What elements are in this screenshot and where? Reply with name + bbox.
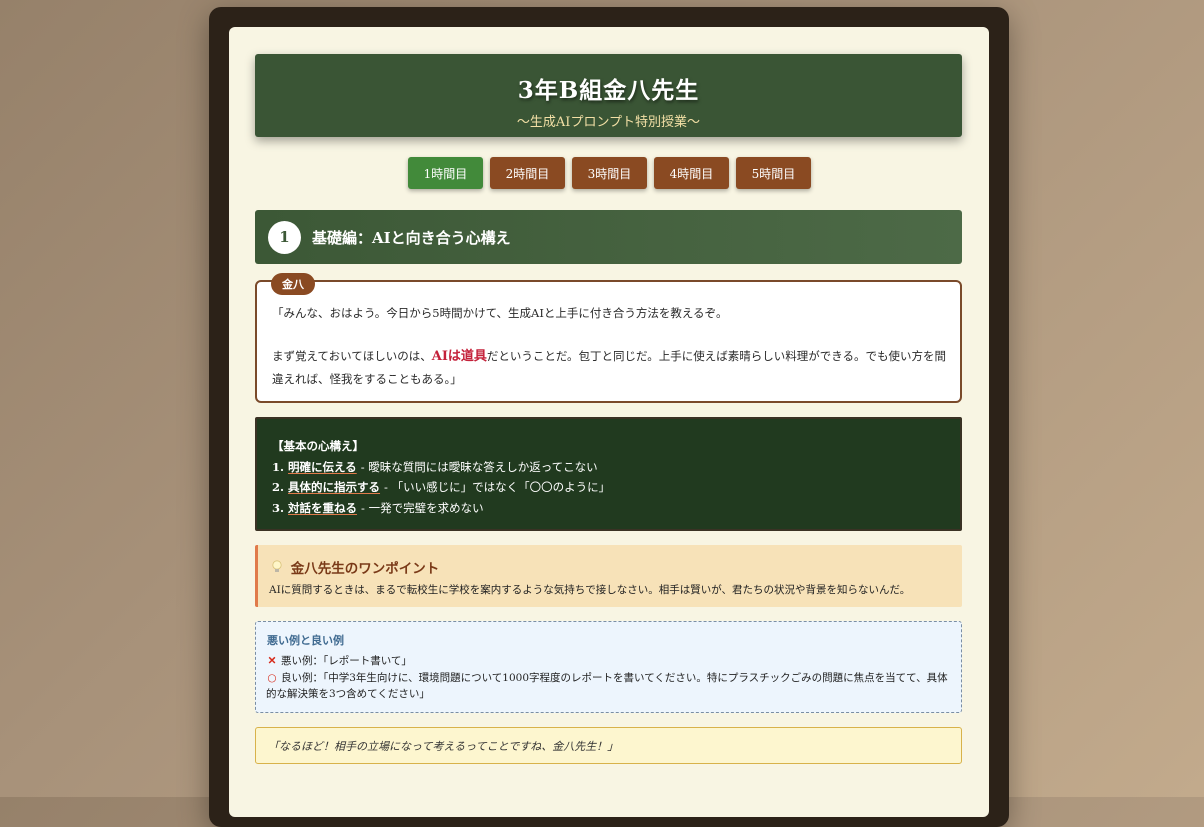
circle-mark-icon: ○ — [267, 671, 277, 684]
mindset-item-key: 対話を重ねる — [288, 500, 358, 515]
good-example: ○ 良い例：「中学3年生向けに、環境問題について1000字程度のレポートを書いてく… — [266, 670, 951, 703]
page-header: 3年B組金八先生 〜生成AIプロンプト特別授業〜 — [255, 54, 962, 137]
mindset-item-num: 3. — [272, 500, 285, 515]
speaker-badge: 金八 — [271, 273, 315, 295]
speech-highlight: AIは道具 — [431, 349, 487, 364]
onepoint-title: 金八先生のワンポイント — [290, 561, 440, 577]
mindset-item: 2. 具体的に指示する - 「いい感じに」ではなく「〇〇のように」 — [272, 477, 960, 498]
page-subtitle: 〜生成AIプロンプト特別授業〜 — [516, 115, 701, 130]
lightbulb-icon — [271, 560, 291, 577]
examples-body: ✕ 悪い例：「レポート書いて」 ○ 良い例：「中学3年生向けに、環境問題について10… — [266, 653, 951, 703]
onepoint-box: 金八先生のワンポイント AIに質問するときは、まるで転校生に学校を案内するような… — [255, 545, 962, 607]
tab-period-5[interactable]: 5時間目 — [736, 157, 811, 189]
mindset-item-num: 2. — [272, 480, 285, 494]
mindset-item-desc: - 一発で完璧を求めない — [361, 500, 484, 515]
lesson-tabs: 1時間目 2時間目 3時間目 4時間目 5時間目 — [408, 157, 811, 189]
mindset-item: 3. 対話を重ねる - 一発で完璧を求めない — [272, 498, 960, 519]
good-example-label: 良い例： — [281, 671, 323, 684]
mindset-item-key: 明確に伝える — [288, 459, 357, 474]
section-header: 1 基礎編：AIと向き合う心構え — [255, 210, 962, 264]
onepoint-title-row: 金八先生のワンポイント — [271, 557, 439, 577]
section-title: 基礎編：AIと向き合う心構え — [312, 228, 511, 247]
bad-example-label: 悪い例： — [281, 655, 323, 667]
tab-period-3[interactable]: 3時間目 — [572, 157, 647, 189]
mindset-title: 【基本の心構え】 — [272, 439, 364, 453]
speech-text: まず覚えておいてほしいのは、 — [272, 349, 432, 363]
mindset-item-desc: - 「いい感じに」ではなく「〇〇のように」 — [384, 480, 611, 494]
speech-body: 「みんな、おはよう。今日から5時間かけて、生成AIと上手に付き合う方法を教えるぞ… — [272, 302, 948, 391]
onepoint-body: AIに質問するときは、まるで転校生に学校を案内するような気持ちで接しなさい。相手… — [269, 584, 911, 596]
cross-mark-icon: ✕ — [267, 655, 277, 667]
examples-title: 悪い例と良い例 — [267, 634, 344, 647]
student-reply: 「なるほど！相手の立場になって考えるってことですね、金八先生！」 — [255, 727, 962, 764]
examples-box: 悪い例と良い例 ✕ 悪い例：「レポート書いて」 ○ 良い例：「中学3年生向けに、環境… — [255, 621, 962, 713]
speech-line-2: まず覚えておいてほしいのは、AIは道具だということだ。包丁と同じだ。上手に使えば… — [272, 345, 948, 391]
speech-line-1: 「みんな、おはよう。今日から5時間かけて、生成AIと上手に付き合う方法を教えるぞ… — [272, 306, 728, 320]
bad-example-text: 「レポート書いて」 — [323, 655, 412, 667]
mindset-chalkboard: 【基本の心構え】 1. 明確に伝える - 曖昧な質問には曖昧な答えしか返ってこな… — [255, 417, 962, 531]
board-frame: 3年B組金八先生 〜生成AIプロンプト特別授業〜 1時間目 2時間目 3時間目 … — [209, 7, 1009, 827]
speech-bubble: 金八 「みんな、おはよう。今日から5時間かけて、生成AIと上手に付き合う方法を教… — [255, 273, 962, 403]
bad-example: ✕ 悪い例：「レポート書いて」 — [266, 653, 951, 670]
tab-period-1[interactable]: 1時間目 — [408, 157, 483, 189]
mindset-item-num: 1. — [272, 459, 285, 474]
tab-period-2[interactable]: 2時間目 — [490, 157, 565, 189]
good-example-text: 「中学3年生向けに、環境問題について1000字程度のレポートを書いてください。特… — [266, 671, 948, 701]
board: 3年B組金八先生 〜生成AIプロンプト特別授業〜 1時間目 2時間目 3時間目 … — [229, 27, 989, 817]
tab-period-4[interactable]: 4時間目 — [654, 157, 729, 189]
section-number: 1 — [268, 220, 301, 254]
mindset-item-desc: - 曖昧な質問には曖昧な答えしか返ってこない — [360, 459, 598, 474]
mindset-item: 1. 明確に伝える - 曖昧な質問には曖昧な答えしか返ってこない — [272, 457, 960, 478]
mindset-item-key: 具体的に指示する — [288, 480, 381, 494]
page-title: 3年B組金八先生 — [517, 77, 700, 104]
